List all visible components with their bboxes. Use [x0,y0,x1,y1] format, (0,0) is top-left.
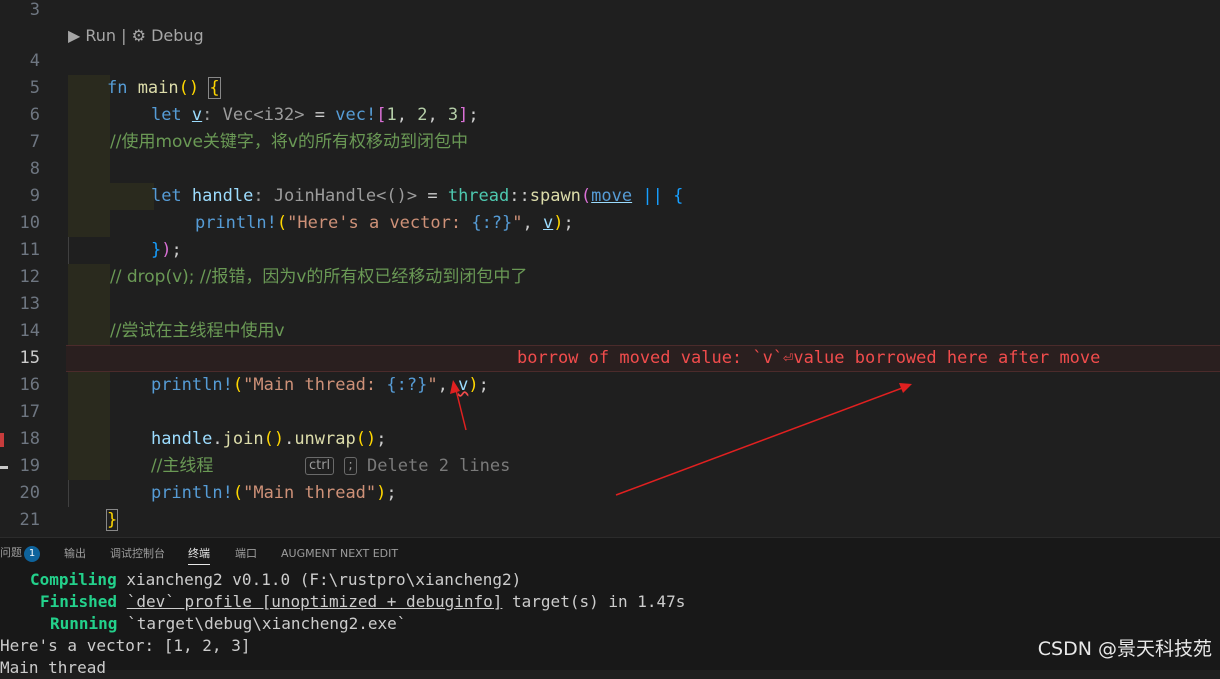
status-compiling: Compiling [30,570,117,589]
annotation-arrows [450,380,912,496]
tab-output[interactable]: 输出 [64,546,86,561]
arrow-to-variable [454,385,467,431]
terminal-line: Here's a vector: [1, 2, 3] [0,636,251,655]
terminal-line: Main thread [0,658,106,677]
arrow-to-variable-head [450,380,460,394]
terminal-line: Finished `dev` profile [unoptimized + de… [40,591,685,613]
tab-problems[interactable]: 问题 1 [0,545,40,562]
terminal-text: xiancheng2 v0.1.0 (F:\rustpro\xiancheng2… [116,570,522,589]
terminal-text: target(s) in 1.47s [502,592,686,611]
tab-augment-next-edit[interactable]: AUGMENT NEXT EDIT [281,546,398,561]
terminal-line: Compiling xiancheng2 v0.1.0 (F:\rustpro\… [30,569,521,591]
status-running: Running [50,614,118,633]
terminal-text: `dev` profile [unoptimized + debuginfo] [126,592,503,611]
terminal-text: `target\debug\xiancheng2.exe` [117,614,407,633]
tab-ports[interactable]: 端口 [235,546,257,561]
status-finished: Finished [40,592,118,611]
arrow-to-error [615,386,906,496]
tab-label: 问题 [0,546,22,559]
tab-terminal[interactable]: 终端 [188,546,210,565]
tab-debug-console[interactable]: 调试控制台 [110,546,165,561]
panel-tabs: 问题 1 输出 调试控制台 终端 端口 AUGMENT NEXT EDIT [0,538,1220,568]
code-editor[interactable]: 3 4 5 6 7 8 9 10 11 12 13 14 15 16 17 18 19 20 21 ▶ Run | … [0,0,1220,537]
problems-count-badge: 1 [24,546,40,562]
watermark: CSDN @景天科技苑 [1037,638,1212,660]
terminal-line: Running `target\debug\xiancheng2.exe` [50,613,406,635]
